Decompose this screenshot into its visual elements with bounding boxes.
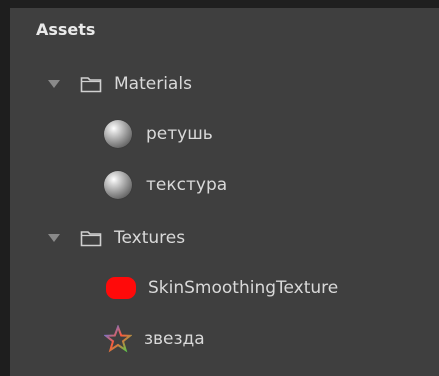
material-sphere-icon	[104, 120, 132, 148]
tree-folder-materials[interactable]: Materials	[46, 68, 192, 100]
panel-title: Assets	[36, 20, 96, 39]
tree-item-label: ретушь	[146, 124, 213, 144]
material-sphere-icon	[104, 171, 132, 199]
tree-item-material[interactable]: текстура	[104, 169, 227, 201]
assets-window: Assets Materials ретушь текстура Texture…	[0, 0, 439, 376]
folder-icon	[80, 231, 102, 247]
folder-icon	[80, 77, 102, 93]
tree-item-label: звезда	[144, 329, 205, 349]
tree-item-label: текстура	[146, 175, 228, 195]
chevron-down-icon[interactable]	[46, 230, 62, 246]
left-border	[0, 0, 10, 376]
tree-folder-textures[interactable]: Textures	[46, 222, 185, 254]
star-icon	[104, 325, 132, 353]
top-border	[0, 0, 439, 8]
tree-item-texture[interactable]: звезда	[104, 323, 205, 355]
tree-item-material[interactable]: ретушь	[104, 118, 213, 150]
chevron-down-icon[interactable]	[46, 76, 62, 92]
folder-label-materials: Materials	[114, 74, 192, 94]
tree-item-texture[interactable]: SkinSmoothingTexture	[106, 272, 338, 304]
tree-item-label: SkinSmoothingTexture	[148, 278, 339, 298]
red-texture-icon	[106, 277, 136, 299]
folder-label-textures: Textures	[114, 228, 186, 248]
